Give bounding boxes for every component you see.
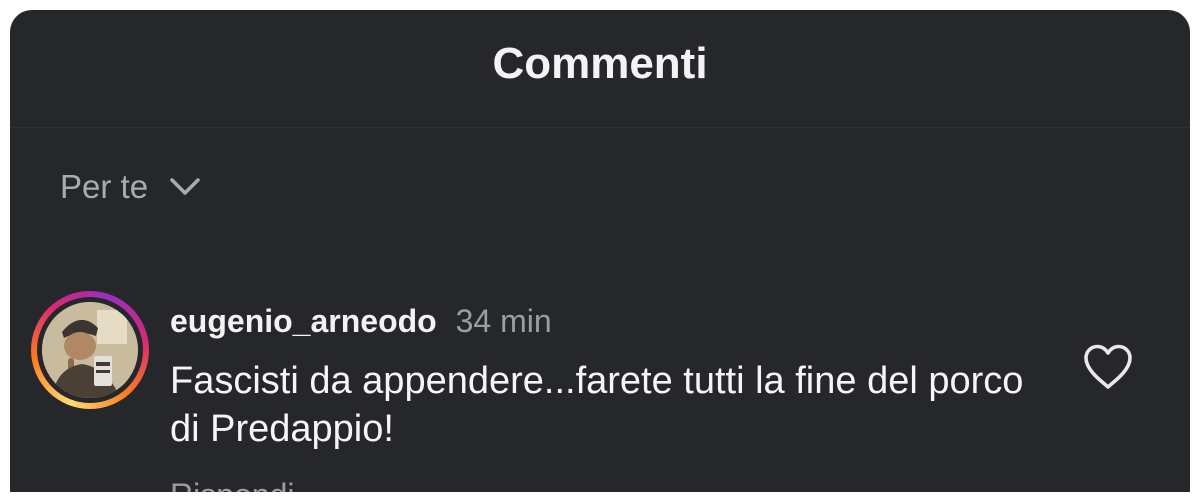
- reply-button[interactable]: Rispondi: [170, 477, 295, 492]
- avatar-photo: [42, 302, 138, 398]
- comments-sheet: Commenti Per te eugenio_arneodo 34 min F…: [10, 10, 1190, 492]
- sort-label: Per te: [60, 168, 149, 205]
- comment-username[interactable]: eugenio_arneodo: [170, 303, 437, 339]
- sheet-header: Commenti: [10, 10, 1190, 128]
- page-title: Commenti: [492, 38, 708, 88]
- heart-outline-icon[interactable]: [1082, 343, 1134, 391]
- comment-meta: eugenio_arneodo 34 min: [170, 303, 552, 340]
- comment-timestamp: 34 min: [455, 303, 552, 339]
- avatar: [42, 302, 138, 398]
- comment-text: Fascisti da appendere...farete tutti la …: [170, 360, 1024, 450]
- chevron-down-icon: [170, 178, 200, 195]
- sort-dropdown[interactable]: Per te: [60, 168, 202, 206]
- comment-item: eugenio_arneodo 34 min Fascisti da appen…: [10, 285, 1190, 492]
- avatar-story-ring[interactable]: [31, 291, 149, 409]
